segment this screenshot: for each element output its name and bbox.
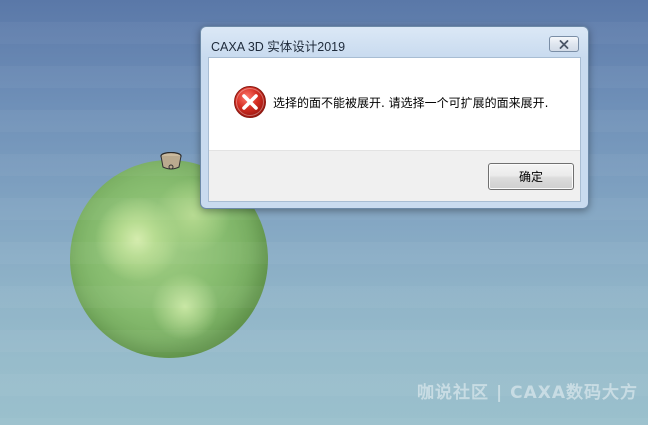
ok-button[interactable]: 确定 — [488, 163, 574, 190]
error-dialog: CAXA 3D 实体设计2019 选择的面不能被展开. 请选择一个可扩展的面来展… — [200, 26, 589, 209]
dialog-body: 选择的面不能被展开. 请选择一个可扩展的面来展开. 确定 — [208, 57, 581, 202]
close-button[interactable] — [549, 36, 579, 52]
dialog-footer: 确定 — [209, 150, 580, 201]
dialog-content: 选择的面不能被展开. 请选择一个可扩展的面来展开. — [209, 58, 580, 150]
sphere-cap-handle[interactable] — [160, 152, 182, 172]
watermark-text: 咖说社区 | CAXA数码大方 — [417, 383, 638, 403]
error-icon — [234, 86, 266, 118]
dialog-title: CAXA 3D 实体设计2019 — [211, 40, 346, 54]
dialog-titlebar[interactable]: CAXA 3D 实体设计2019 — [201, 27, 588, 57]
close-icon — [559, 39, 569, 49]
error-message: 选择的面不能被展开. 请选择一个可扩展的面来展开. — [273, 96, 549, 110]
